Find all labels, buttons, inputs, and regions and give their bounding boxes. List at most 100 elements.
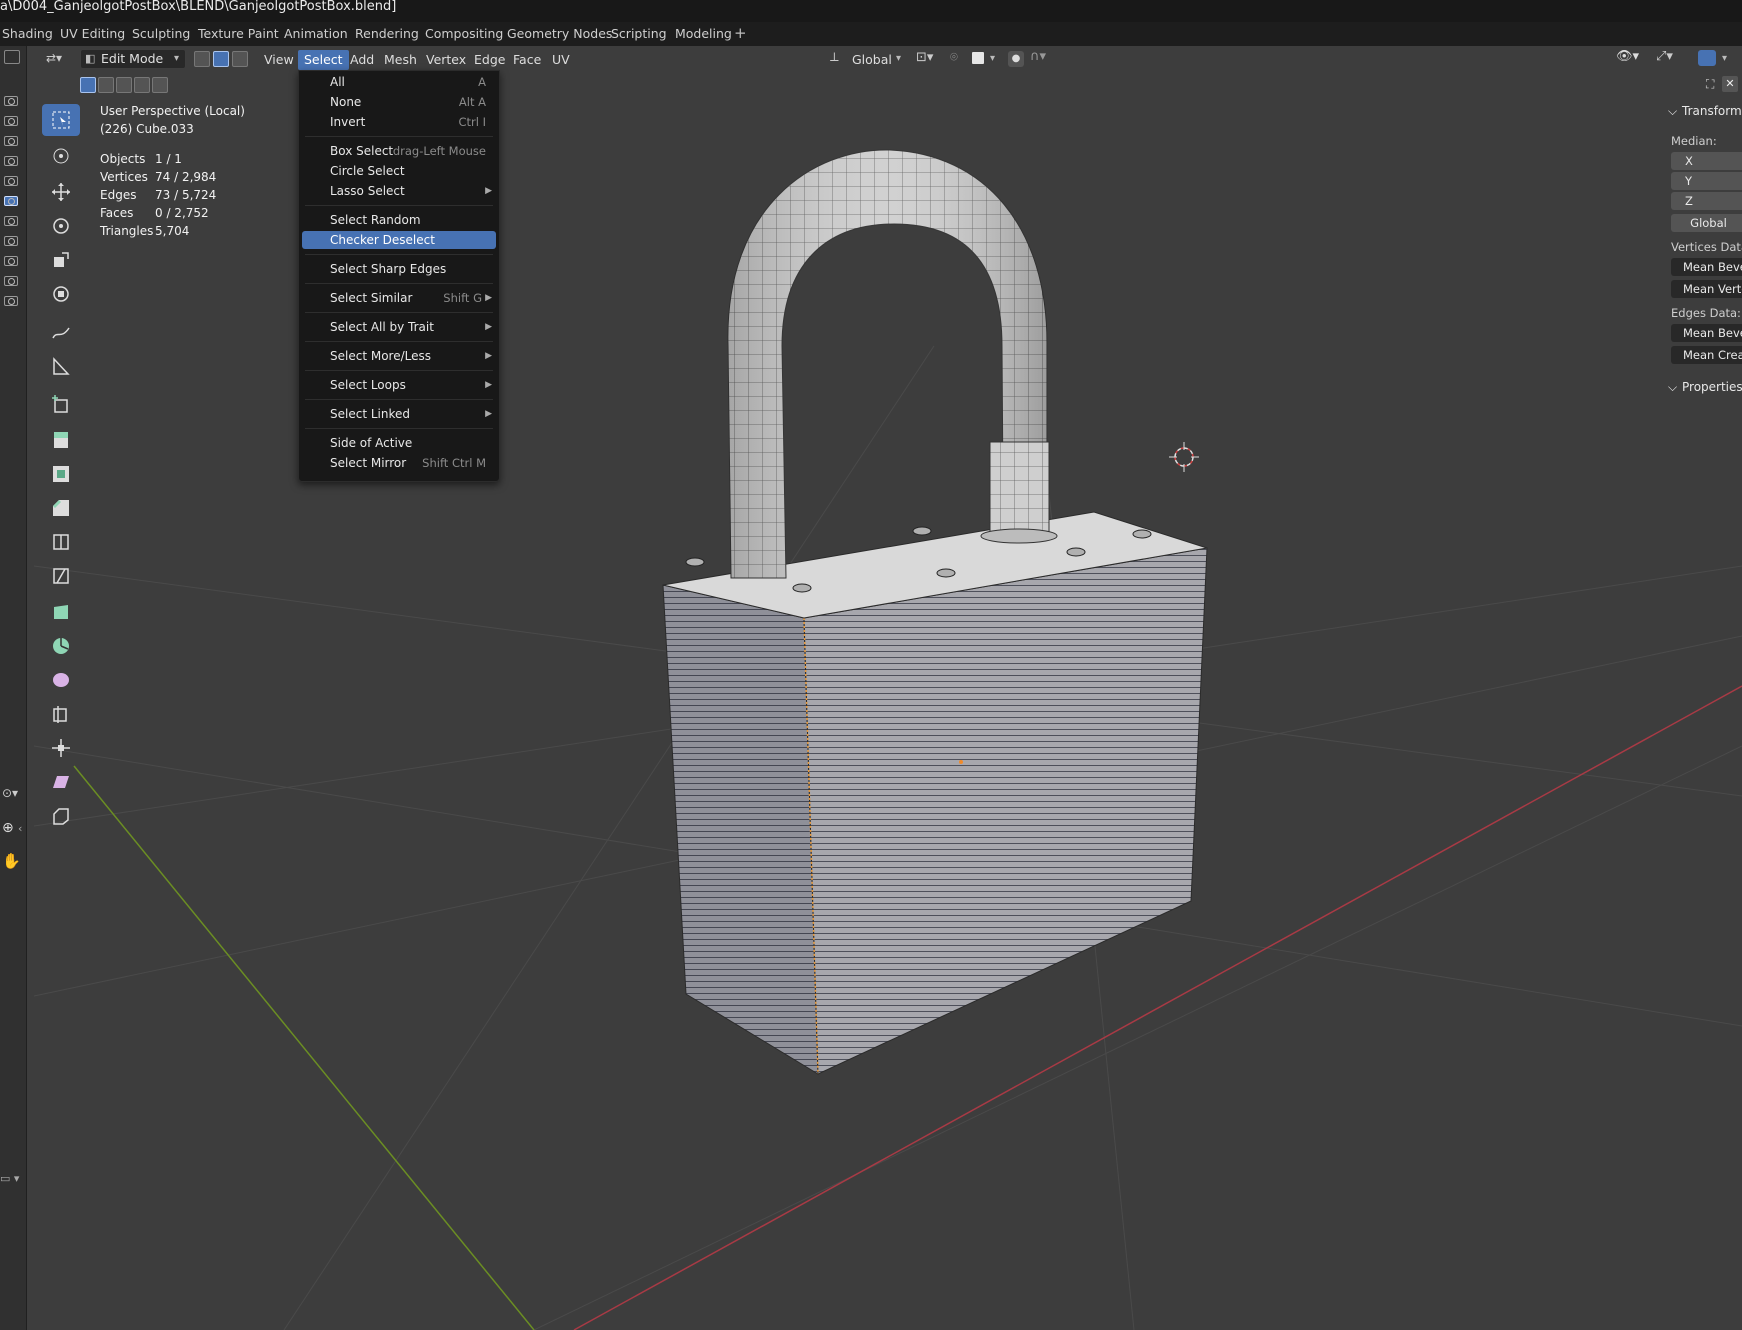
menu-view[interactable]: View <box>258 50 300 70</box>
menu-item-select-similar[interactable]: Select Similar Shift G ▶ <box>302 289 496 307</box>
expand-icon[interactable]: ⛶ <box>1706 77 1714 92</box>
vertex-select-mode-button[interactable] <box>194 51 210 67</box>
select-subtract-button[interactable] <box>116 77 132 93</box>
measure-tool[interactable] <box>42 350 80 382</box>
transform-gizmo-icon[interactable]: ⇄▾ <box>46 51 72 67</box>
scale-tool[interactable] <box>42 244 80 276</box>
hand-pan-icon[interactable]: ✋ <box>2 852 21 870</box>
select-intersect-button[interactable] <box>152 77 168 93</box>
poly-build-tool[interactable] <box>42 596 80 628</box>
loop-cut-tool[interactable] <box>42 526 80 558</box>
camera-icon[interactable] <box>4 116 18 126</box>
tab-geometry-nodes[interactable]: Geometry Nodes <box>507 26 612 41</box>
collapse-icon[interactable]: ‹ <box>18 822 22 835</box>
menu-item-circle-select[interactable]: Circle Select <box>302 162 496 180</box>
menu-vertex[interactable]: Vertex <box>420 50 472 70</box>
falloff-icon[interactable]: ∩▾ <box>1030 49 1046 64</box>
close-icon[interactable]: ✕ <box>1722 76 1738 92</box>
menu-item-select-more-less[interactable]: Select More/Less ▶ <box>302 347 496 365</box>
tab-scripting[interactable]: Scripting <box>611 26 667 41</box>
tab-animation[interactable]: Animation <box>284 26 348 41</box>
menu-item-select-sharp-edges[interactable]: Select Sharp Edges <box>302 260 496 278</box>
zoom-icon[interactable]: ⊕ <box>2 820 14 836</box>
tab-texture-paint[interactable]: Texture Paint <box>198 26 279 41</box>
knife-tool[interactable] <box>42 560 80 592</box>
extrude-tool[interactable] <box>42 424 80 456</box>
transform-tool[interactable] <box>42 278 80 310</box>
editor-menu-icon[interactable]: ▭ ▾ <box>0 1172 19 1185</box>
orientation-dropdown[interactable]: Global <box>846 50 898 70</box>
camera-icon[interactable] <box>4 196 18 206</box>
gizmo-icon[interactable]: ⤢▾ <box>1656 49 1673 64</box>
proportional-edit-icon[interactable]: ● <box>1008 51 1024 67</box>
camera-icon[interactable] <box>4 156 18 166</box>
tab-shading[interactable]: Shading <box>2 26 53 41</box>
menu-item-none[interactable]: None Alt A <box>302 93 496 111</box>
overlays-icon[interactable] <box>1698 50 1716 66</box>
camera-icon[interactable] <box>4 136 18 146</box>
select-extend-button[interactable] <box>98 77 114 93</box>
add-workspace-button[interactable]: + <box>734 24 747 42</box>
select-new-button[interactable] <box>80 77 96 93</box>
rip-tool[interactable] <box>42 800 80 832</box>
inset-tool[interactable] <box>42 458 80 490</box>
panel-collapse-icon[interactable]: ⌵ <box>1668 380 1677 395</box>
annotate-tool[interactable] <box>42 316 80 348</box>
space-toggle-global[interactable]: Global <box>1671 214 1742 232</box>
tab-rendering[interactable]: Rendering <box>355 26 419 41</box>
menu-item-select-mirror[interactable]: Select Mirror Shift Ctrl M <box>302 454 496 472</box>
vertex-mean-weight-field[interactable]: Mean Verte <box>1671 280 1742 298</box>
tab-uv-editing[interactable]: UV Editing <box>60 26 125 41</box>
menu-uv[interactable]: UV <box>546 50 576 70</box>
properties-panel-title[interactable]: Properties <box>1682 380 1742 394</box>
menu-item-checker-deselect[interactable]: Checker Deselect <box>302 231 496 249</box>
menu-item-select-loops[interactable]: Select Loops ▶ <box>302 376 496 394</box>
menu-item-box-select[interactable]: Box Select drag-Left Mouse <box>302 142 496 160</box>
select-invert-button[interactable] <box>134 77 150 93</box>
menu-item-lasso-select[interactable]: Lasso Select ▶ <box>302 182 496 200</box>
menu-item-invert[interactable]: Invert Ctrl I <box>302 113 496 131</box>
snap-icon[interactable]: ⌾ <box>950 50 958 65</box>
add-cube-tool[interactable] <box>42 388 80 420</box>
median-x-field[interactable]: X <box>1671 152 1742 170</box>
pivot-point-icon[interactable]: ⊡▾ <box>916 50 933 65</box>
camera-icon[interactable] <box>4 236 18 246</box>
camera-icon[interactable] <box>4 96 18 106</box>
camera-icon[interactable] <box>4 256 18 266</box>
snap-target-icon[interactable] <box>972 52 984 64</box>
menu-item-select-all-by-trait[interactable]: Select All by Trait ▶ <box>302 318 496 336</box>
menu-item-all[interactable]: All A <box>302 73 496 91</box>
mode-dropdown[interactable]: ◧ Edit Mode ▾ <box>80 49 186 69</box>
visibility-icon[interactable]: 👁▾ <box>1616 49 1639 64</box>
rotate-tool[interactable] <box>42 210 80 242</box>
edge-mean-bevel-field[interactable]: Mean Bevel <box>1671 324 1742 342</box>
bevel-tool[interactable] <box>42 492 80 524</box>
vertex-mean-bevel-field[interactable]: Mean Bevel <box>1671 258 1742 276</box>
3d-viewport[interactable] <box>34 46 1742 1330</box>
menu-select[interactable]: Select <box>298 50 349 70</box>
cursor-tool[interactable] <box>42 140 80 172</box>
menu-edge[interactable]: Edge <box>468 50 511 70</box>
menu-add[interactable]: Add <box>344 50 380 70</box>
shrink-fatten-tool[interactable] <box>42 732 80 764</box>
face-select-mode-button[interactable] <box>232 51 248 67</box>
menu-item-side-of-active[interactable]: Side of Active <box>302 434 496 452</box>
smooth-tool[interactable] <box>42 664 80 696</box>
tab-modeling[interactable]: Modeling <box>675 26 732 41</box>
editor-type-icon[interactable] <box>4 50 20 64</box>
menu-item-select-linked[interactable]: Select Linked ▶ <box>302 405 496 423</box>
panel-collapse-icon[interactable]: ⌵ <box>1668 104 1677 119</box>
camera-icon[interactable] <box>4 216 18 226</box>
move-tool[interactable] <box>42 176 80 208</box>
median-z-field[interactable]: Z <box>1671 192 1742 210</box>
edge-select-mode-button[interactable] <box>213 51 229 67</box>
transform-panel-title[interactable]: Transform <box>1682 104 1742 118</box>
edge-mean-crease-field[interactable]: Mean Creas <box>1671 346 1742 364</box>
menu-item-select-random[interactable]: Select Random <box>302 211 496 229</box>
spin-tool[interactable] <box>42 630 80 662</box>
camera-icon[interactable] <box>4 176 18 186</box>
menu-mesh[interactable]: Mesh <box>378 50 423 70</box>
edge-slide-tool[interactable] <box>42 698 80 730</box>
camera-icon[interactable] <box>4 296 18 306</box>
shear-tool[interactable] <box>42 766 80 798</box>
